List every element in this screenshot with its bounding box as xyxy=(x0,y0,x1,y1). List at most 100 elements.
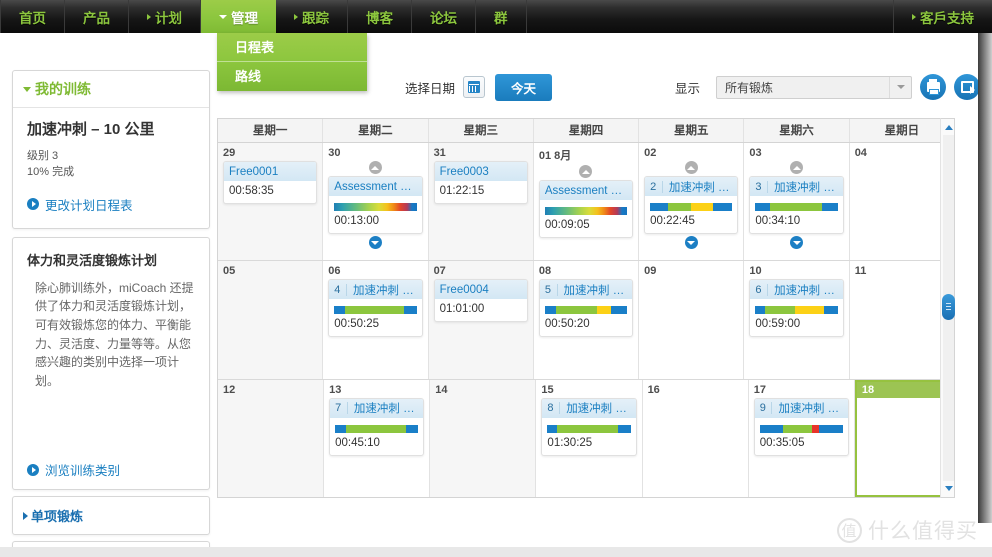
collapse-up-icon[interactable] xyxy=(790,161,804,174)
calendar-day-cell[interactable]: 02 2 加速冲刺 – ... 00:22:45 xyxy=(639,143,745,261)
workout-card[interactable]: 5 加速冲刺 – ... 00:50:20 xyxy=(538,279,634,338)
dropdown-item-0[interactable]: 日程表 xyxy=(217,33,367,62)
workout-zone-segment xyxy=(404,306,417,315)
nav-item-0[interactable]: 首页 xyxy=(0,0,65,33)
expand-down-icon[interactable] xyxy=(790,236,804,249)
day-number: 05 xyxy=(223,265,236,278)
calendar-day-cell[interactable]: 05 xyxy=(218,261,324,379)
print-button[interactable] xyxy=(920,74,946,100)
workout-intensity-gradient xyxy=(544,207,628,215)
workout-card[interactable]: 9 加速冲刺 – ... 00:35:05 xyxy=(753,397,849,456)
calendar-day-cell[interactable]: 15 8 加速冲刺 – ... 01:30:25 xyxy=(536,379,643,497)
caret-right-icon xyxy=(912,13,916,20)
calendar-toolbar: 选择日期 今天 显示 所有锻炼 xyxy=(405,70,980,104)
calendar-day-cell[interactable]: 14 xyxy=(430,379,537,497)
workout-zone-segment xyxy=(770,203,823,211)
nav-item-2[interactable]: 计划 xyxy=(129,0,201,33)
calendar-day-cell[interactable]: 10 6 加速冲刺 – ... 00:59:00 xyxy=(744,261,850,379)
my-training-header[interactable]: 我的训练 xyxy=(13,71,209,108)
nav-item-7[interactable]: 群 xyxy=(476,0,527,33)
calendar-day-cell[interactable]: 17 9 加速冲刺 – ... 00:35:05 xyxy=(748,379,855,497)
top-navigation: 首页 产品 计划 管理 跟踪 博客 论坛 群 客戶支持 xyxy=(0,0,992,33)
change-schedule-link[interactable]: 更改计划日程表 xyxy=(27,195,195,214)
workout-card[interactable]: Assessment Wo... 00:13:00 xyxy=(328,176,423,234)
workout-card[interactable]: 3 加速冲刺 – ... 00:34:10 xyxy=(749,176,844,234)
nav-item-support[interactable]: 客戶支持 xyxy=(894,0,992,33)
workout-card[interactable]: Assessment Wo... 00:09:05 xyxy=(538,180,634,238)
workout-card-header: Free0003 xyxy=(434,162,527,181)
collapse-up-icon[interactable] xyxy=(579,165,593,178)
workout-card[interactable]: Free0004 01:01:00 xyxy=(433,279,528,323)
weekday-header-3: 星期四 xyxy=(534,119,640,142)
calendar-picker-button[interactable] xyxy=(463,76,486,98)
calendar-day-cell[interactable]: 08 5 加速冲刺 – ... 00:50:20 xyxy=(533,261,640,379)
nav-item-4[interactable]: 跟踪 xyxy=(276,0,348,33)
watermark: 值 什么值得买 xyxy=(837,515,978,545)
calendar-day-cell[interactable]: 13 7 加速冲刺 – ... 00:45:10 xyxy=(324,379,431,497)
nav-item-6[interactable]: 论坛 xyxy=(412,0,476,33)
expand-down-icon[interactable] xyxy=(684,236,698,249)
collapse-up-icon[interactable] xyxy=(368,161,382,174)
calendar-day-cell[interactable]: 09 xyxy=(639,261,745,379)
sidebar-item-single-workout[interactable]: 单项锻炼 xyxy=(12,496,210,536)
expand-down-icon[interactable] xyxy=(368,236,382,249)
nav-item-5[interactable]: 博客 xyxy=(348,0,412,33)
calendar-day-cell[interactable]: 12 xyxy=(218,379,325,497)
workout-card[interactable]: 6 加速冲刺 – ... 00:59:00 xyxy=(749,279,844,338)
workout-number: 4 xyxy=(334,283,347,296)
workout-card[interactable]: Free0003 01:22:15 xyxy=(433,161,528,204)
workout-card[interactable]: 4 加速冲刺 – ... 00:50:25 xyxy=(328,279,423,338)
calendar-scrollbar[interactable] xyxy=(940,118,955,498)
calendar-day-cell[interactable]: 30 Assessment Wo... 00:13:00 xyxy=(323,143,429,261)
workout-zone-bar xyxy=(650,203,733,211)
scroll-down-icon[interactable] xyxy=(944,484,953,493)
scrollbar-thumb[interactable] xyxy=(942,294,955,320)
day-number: 11 xyxy=(854,265,867,278)
today-button[interactable]: 今天 xyxy=(495,73,553,101)
calendar-day-cell[interactable]: 07 Free0004 01:01:00 xyxy=(428,261,534,379)
workout-card[interactable]: 7 加速冲刺 – ... 00:45:10 xyxy=(329,397,425,456)
nav-spacer xyxy=(527,0,894,33)
calendar-day-cell[interactable]: 16 xyxy=(642,379,749,497)
nav-item-label: 产品 xyxy=(83,10,110,26)
workout-card[interactable]: Free0001 00:58:35 xyxy=(223,161,318,204)
workout-number: 3 xyxy=(755,180,769,193)
workout-duration: 01:22:15 xyxy=(439,185,485,197)
arrow-right-icon xyxy=(27,463,39,476)
dropdown-item-1[interactable]: 路线 xyxy=(217,62,367,91)
calendar-day-cell[interactable]: 31 Free0003 01:22:15 xyxy=(428,143,534,261)
workout-filter-value: 所有锻炼 xyxy=(725,80,774,95)
calendar-day-cell[interactable]: 01 8月 Assessment Wo... 00:09:05 xyxy=(533,143,640,261)
workout-card[interactable]: 2 加速冲刺 – ... 00:22:45 xyxy=(644,176,739,234)
calendar-body: 29Free000100:58:3530Assessment Wo...00:1… xyxy=(218,143,954,497)
browse-categories-link[interactable]: 浏览训练类别 xyxy=(27,460,195,479)
workout-zone-segment xyxy=(611,306,628,315)
workout-card-header: 9 加速冲刺 – ... xyxy=(754,398,848,418)
calendar-day-cell[interactable]: 03 3 加速冲刺 – ... 00:34:10 xyxy=(744,143,850,261)
workout-duration: 01:30:25 xyxy=(547,436,593,449)
show-label: 显示 xyxy=(674,81,700,96)
calendar-day-cell[interactable]: 29 Free0001 00:58:35 xyxy=(218,143,324,261)
calendar-day-cell[interactable]: 04 xyxy=(849,143,954,261)
export-button[interactable] xyxy=(954,74,980,100)
workout-filter-select[interactable]: 所有锻炼 xyxy=(716,75,912,99)
workout-name: Free0004 xyxy=(439,283,489,296)
strength-spacer xyxy=(27,390,195,446)
collapse-up-icon[interactable] xyxy=(684,161,698,174)
nav-item-3[interactable]: 管理 xyxy=(201,0,276,33)
calendar-week-row: 29 Free0001 00:58:35 30 Assessment Wo... 00:1… xyxy=(218,143,954,262)
chevron-down-icon xyxy=(23,86,31,92)
workout-number: 9 xyxy=(760,402,773,415)
workout-card-header: 3 加速冲刺 – ... xyxy=(750,177,843,196)
nav-item-1[interactable]: 产品 xyxy=(65,0,129,33)
calendar-day-cell[interactable]: 06 4 加速冲刺 – ... 00:50:25 xyxy=(323,261,429,379)
workout-zone-bar xyxy=(759,424,843,433)
scroll-up-icon[interactable] xyxy=(944,123,953,132)
workout-number: 7 xyxy=(335,402,348,415)
my-training-panel: 我的训练 加速冲刺 – 10 公里 级别 3 10% 完成 更改计划日程表 xyxy=(12,70,210,229)
arrow-right-icon xyxy=(27,198,39,211)
calendar-day-cell[interactable]: 11 xyxy=(849,261,954,379)
workout-card[interactable]: 8 加速冲刺 – ... 01:30:25 xyxy=(541,397,637,456)
workout-card-header: 8 加速冲刺 – ... xyxy=(542,398,636,418)
workout-zone-segment xyxy=(668,203,692,211)
